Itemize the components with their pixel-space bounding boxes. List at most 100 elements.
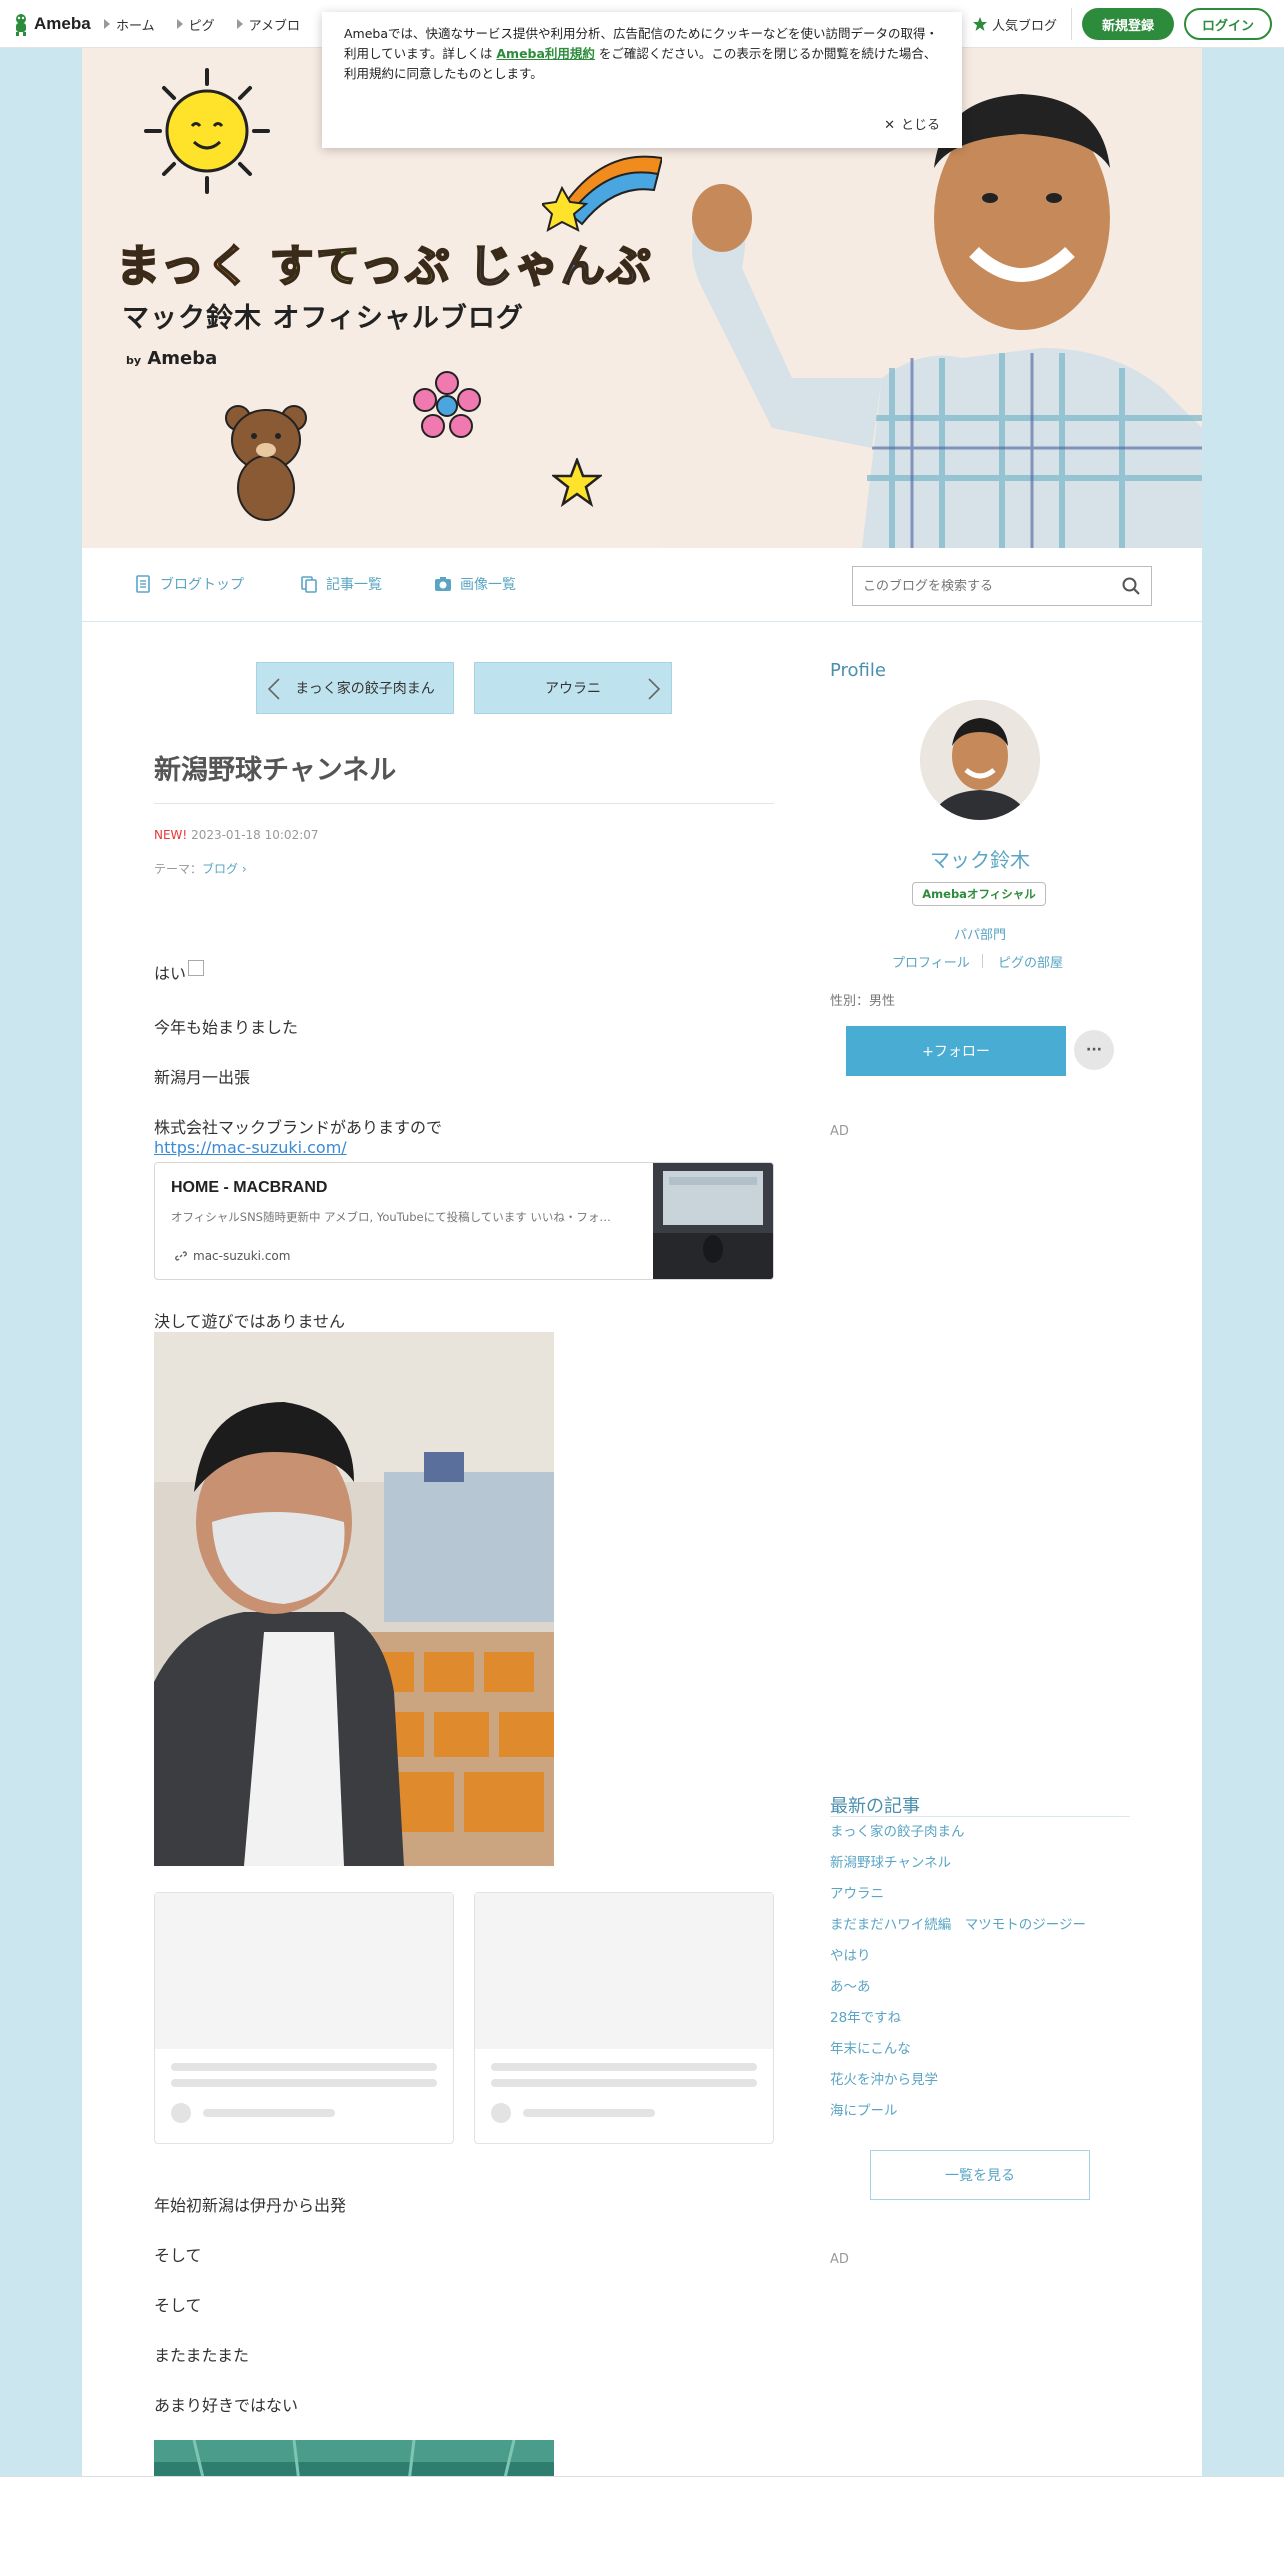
next-article-label: アウラニ (545, 681, 601, 697)
article-list-link[interactable]: 記事一覧 (300, 574, 382, 594)
star-icon (972, 17, 987, 31)
see-all-button[interactable]: 一覧を見る (870, 2150, 1090, 2200)
chevron-right-icon (648, 678, 661, 700)
placeholder-avatar (171, 2103, 191, 2123)
sun-illustration (144, 68, 270, 194)
by-brand: Ameba (147, 348, 218, 369)
logo-text: Ameba (34, 14, 91, 33)
placeholder-line (171, 2079, 437, 2087)
loading-placeholder-card (474, 1892, 774, 2144)
register-button[interactable]: 新規登録 (1082, 8, 1174, 40)
chevron-right-small-icon: › (238, 862, 247, 876)
recent-article-item[interactable]: 年末にこんな (830, 2034, 1130, 2065)
recent-article-item[interactable]: アウラニ (830, 1879, 1130, 1910)
article-paragraph: またまたまた (154, 2346, 250, 2365)
nav-ameblo[interactable]: アメブロ (236, 15, 300, 34)
prev-article-label: まっく家の餃子肉まん (295, 681, 435, 697)
profile-avatar[interactable] (920, 700, 1040, 820)
chevron-left-icon (267, 678, 280, 700)
macbrand-url-link[interactable]: https://mac-suzuki.com/ (154, 1138, 347, 1157)
ameba-logo[interactable]: Ameba (12, 12, 91, 36)
placeholder-image (475, 1893, 773, 2049)
nav-pigg-label: ピグ (188, 18, 215, 34)
account-nav: 人気ブログ 新規登録 ログイン (972, 0, 1272, 48)
recent-article-item[interactable]: やはり (830, 1941, 1130, 1972)
triangle-right-icon (104, 19, 110, 29)
link-card-domain-text: mac-suzuki.com (193, 1249, 291, 1263)
paragraph-text: はい (154, 964, 187, 983)
cookie-close-label: とじる (900, 118, 940, 133)
article-paragraph: 年始初新潟は伊丹から出発 (154, 2196, 347, 2215)
terms-link[interactable]: Ameba利用規約 (496, 46, 595, 61)
recent-article-item[interactable]: 新潟野球チャンネル (830, 1848, 1130, 1879)
recent-article-item[interactable]: まだまだハワイ続編 マツモトのジージー (830, 1910, 1130, 1941)
article-paragraph: そして (154, 2296, 202, 2315)
article-paragraph: 決して遊びではありません (154, 1312, 346, 1331)
placeholder-line (491, 2063, 757, 2071)
nav-pigg[interactable]: ピグ (176, 15, 215, 34)
theme-link[interactable]: ブログ (202, 862, 238, 876)
blog-top-link[interactable]: ブログトップ (134, 574, 244, 594)
recent-articles-list: まっく家の餃子肉まん 新潟野球チャンネル アウラニ まだまだハワイ続編 マツモト… (830, 1816, 1130, 2127)
triangle-right-icon (176, 19, 183, 29)
article-photo-selfie[interactable] (154, 1332, 554, 1866)
search-icon[interactable] (1121, 576, 1141, 596)
cookie-close-button[interactable]: ✕ とじる (884, 116, 940, 136)
blog-top-label: ブログトップ (160, 577, 244, 593)
article-theme: テーマ：ブログ › (154, 860, 247, 877)
title-part-1: まっく (115, 240, 253, 293)
placeholder-line (171, 2063, 437, 2071)
placeholder-line (203, 2109, 335, 2117)
flower-illustration (413, 371, 481, 438)
recent-article-item[interactable]: まっく家の餃子肉まん (830, 1817, 1130, 1848)
loading-placeholder-card (154, 1892, 454, 2144)
new-badge: NEW! (154, 828, 188, 842)
article-list-label: 記事一覧 (326, 577, 382, 593)
pigg-room-link[interactable]: ピグの部屋 (998, 952, 1063, 971)
follow-button[interactable]: +フォロー (846, 1026, 1066, 1076)
popular-label: 人気ブログ (991, 18, 1057, 34)
placeholder-line (523, 2109, 655, 2117)
link-card-title: HOME - MACBRAND (171, 1179, 328, 1196)
category-link[interactable]: パパ部門 (952, 924, 1008, 943)
broken-image-icon (188, 960, 205, 976)
blog-subtitle: マック鈴木 オフィシャルブログ (122, 303, 524, 334)
blog-nav: ブログトップ 記事一覧 画像一覧 (82, 548, 1202, 622)
triangle-right-icon (236, 19, 243, 29)
recent-articles-heading: 最新の記事 (830, 1796, 920, 1817)
article-paragraph: そして (154, 2246, 202, 2265)
profile-link[interactable]: プロフィール (892, 952, 970, 971)
official-badge: Amebaオフィシャル (912, 882, 1046, 906)
link-preview-card[interactable]: HOME - MACBRAND オフィシャルSNS随時更新中 アメブロ, You… (154, 1162, 774, 1280)
profile-name[interactable]: マック鈴木 (830, 844, 1130, 873)
bear-illustration (225, 405, 307, 521)
link-icon (175, 1251, 187, 1261)
login-button[interactable]: ログイン (1184, 8, 1272, 40)
prev-article-button[interactable]: まっく家の餃子肉まん (256, 662, 454, 714)
recent-article-item[interactable]: 花火を沖から見学 (830, 2065, 1130, 2096)
nav-ameblo-label: アメブロ (248, 18, 300, 34)
by-ameba-mark: by Ameba (126, 348, 217, 369)
shooting-star-illustration (542, 155, 664, 233)
article-paragraph: 新潟月一出張 (154, 1068, 251, 1087)
image-list-link[interactable]: 画像一覧 (434, 574, 516, 594)
blog-logo-title: まっく すてっぷ じゃんぷ (115, 230, 653, 294)
article-meta: NEW! 2023-01-18 10:02:07 (154, 828, 319, 842)
link-divider (982, 954, 983, 968)
nav-home[interactable]: ホーム (104, 15, 155, 34)
popular-blogs-link[interactable]: 人気ブログ (972, 8, 1072, 40)
image-list-label: 画像一覧 (460, 577, 516, 593)
next-article-button[interactable]: アウラニ (474, 662, 672, 714)
document-icon (136, 575, 150, 593)
ad-label: AD (830, 1124, 849, 1139)
article-title[interactable]: 新潟野球チャンネル (154, 748, 774, 804)
blog-search-input[interactable] (863, 578, 1121, 594)
blog-search (852, 566, 1152, 606)
recent-article-item[interactable]: 海にプール (830, 2096, 1130, 2127)
bottom-overlay-bar (0, 2476, 1284, 2568)
recent-article-item[interactable]: あ〜あ (830, 1972, 1130, 2003)
more-options-button[interactable]: ··· (1074, 1030, 1114, 1070)
recent-article-item[interactable]: 28年ですね (830, 2003, 1130, 2034)
placeholder-avatar (491, 2103, 511, 2123)
star-illustration (552, 458, 602, 508)
